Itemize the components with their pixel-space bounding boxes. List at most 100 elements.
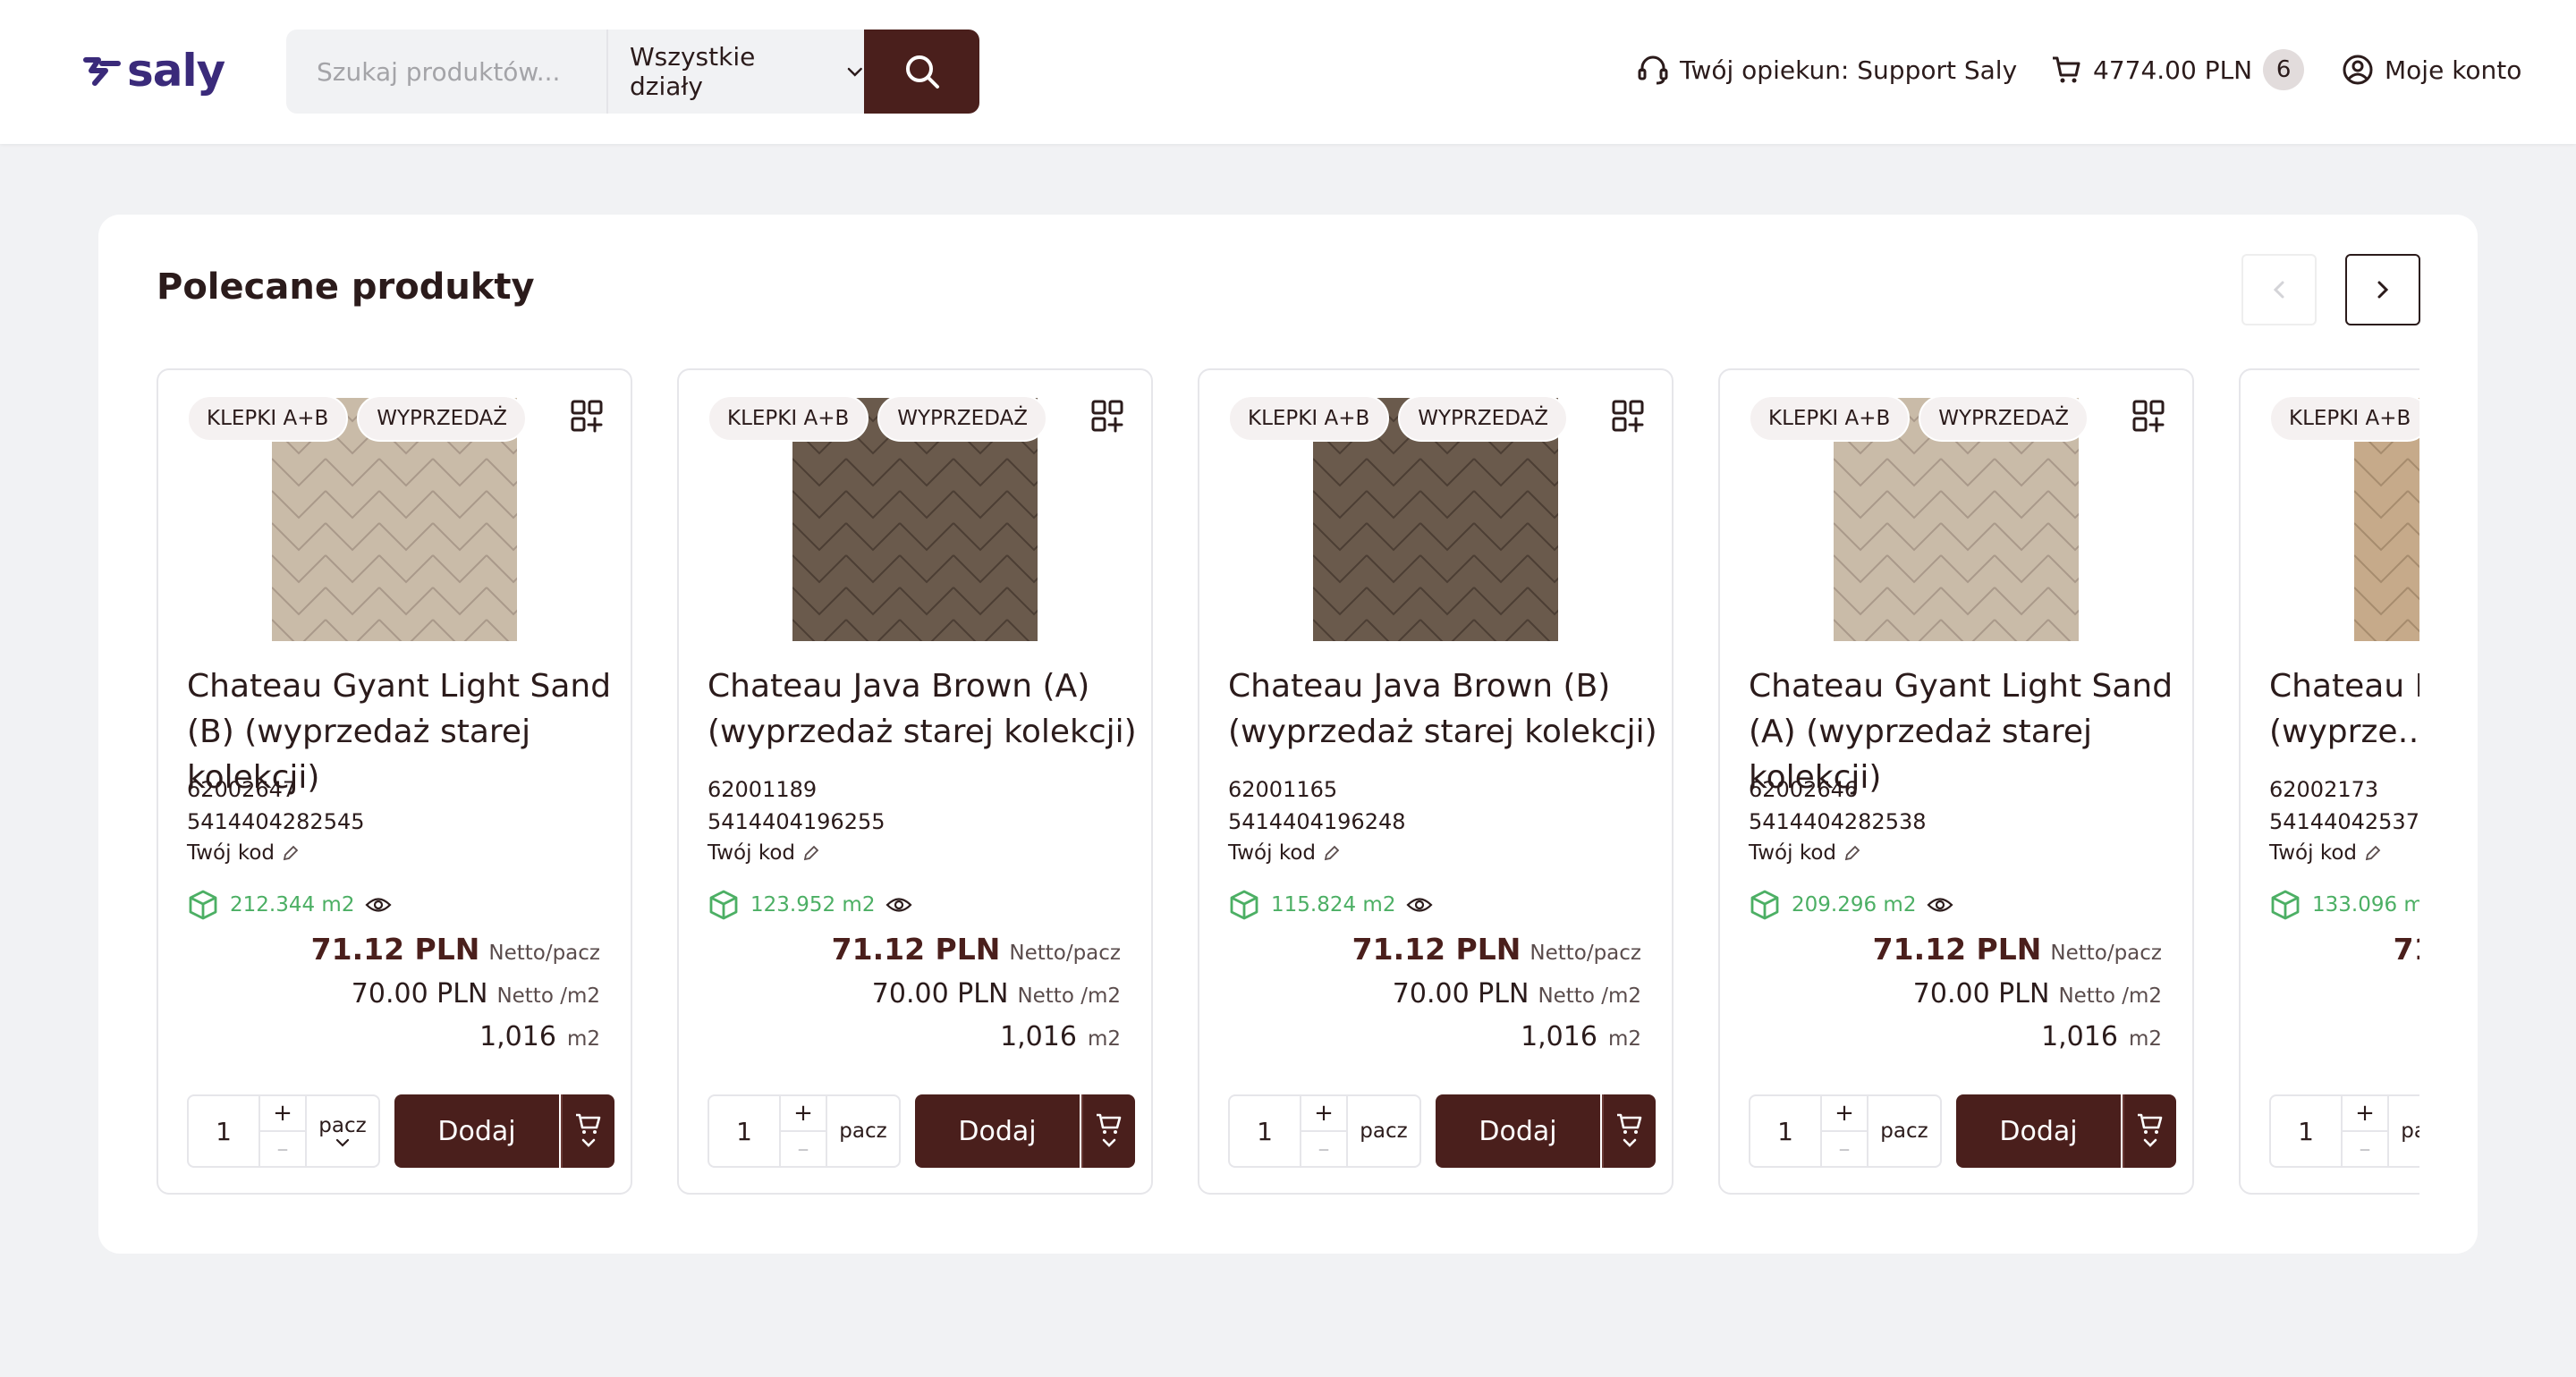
add-to-cart-button[interactable]: Dodaj <box>1436 1094 1600 1168</box>
product-card[interactable]: KLEPKI A+B WYPRZEDAŻ Chateau Gyant Light… <box>157 368 632 1195</box>
price-pack-value: 71.12 PLN <box>2393 932 2419 967</box>
add-to-cart-options-button[interactable] <box>1602 1094 1656 1168</box>
unit-select[interactable]: pacz <box>1348 1096 1419 1166</box>
price-pack-unit: Netto/pacz <box>2050 942 2162 965</box>
unit-select[interactable]: pacz <box>1868 1096 1940 1166</box>
product-ean: 5414404196255 <box>708 809 886 834</box>
custom-code[interactable]: Twój kod <box>708 841 820 865</box>
cart-add-icon <box>576 1113 601 1147</box>
add-to-cart-options-button[interactable] <box>561 1094 614 1168</box>
custom-code[interactable]: Twój kod <box>1228 841 1341 865</box>
product-card[interactable]: KLEPKI A+B WYPRZEDAŻ Chateau Gyant Light… <box>1718 368 2194 1195</box>
product-tags: KLEPKI A+B WYPRZEDAŻ <box>708 395 1047 442</box>
eye-icon[interactable] <box>1927 895 1954 915</box>
quantity-stepper: 1 + – pacz <box>2269 1094 2419 1168</box>
search-input[interactable] <box>286 30 606 114</box>
cart-summary[interactable]: 4774.00 PLN 6 <box>2050 43 2305 97</box>
unit-select[interactable]: pacz <box>307 1096 378 1166</box>
pencil-icon <box>1324 845 1340 861</box>
unit-label: pacz <box>2401 1119 2419 1143</box>
custom-code-label: Twój kod <box>187 841 275 865</box>
price-per-m2: 70.00 PLN Netto /m2 <box>872 978 1121 1010</box>
price-m2-value: 70.00 PLN <box>871 978 1009 1010</box>
product-card[interactable]: KLEPKI A+B WYPRZEDAŻ Chateau Java Brown … <box>1198 368 1674 1195</box>
custom-code-label: Twój kod <box>2269 841 2357 865</box>
area-unit: m2 <box>1087 1027 1121 1051</box>
price-per-pack: 71.12 PLN Netto/pacz <box>1873 932 2162 967</box>
area-unit: m2 <box>566 1027 600 1051</box>
carousel-prev-button[interactable] <box>2241 254 2317 325</box>
product-card[interactable]: KLEPKI A+B WYPRZEDAŻ Chateau Bl… (B) (wy… <box>2239 368 2419 1195</box>
price-per-pack: 71.12 PLN Netto/pacz <box>1352 932 1641 967</box>
custom-code[interactable]: Twój kod <box>1749 841 1861 865</box>
increment-button[interactable]: + <box>781 1096 826 1130</box>
compare-add-icon[interactable] <box>570 399 606 435</box>
quantity-stepper: 1 + – pacz <box>1749 1094 1942 1168</box>
logo-mark-icon <box>83 57 121 86</box>
department-select[interactable]: Wszystkie działy <box>606 30 864 114</box>
quantity-input[interactable]: 1 <box>1230 1096 1301 1166</box>
search-button[interactable] <box>864 30 979 114</box>
product-name[interactable]: Chateau Bl… (B) (wyprze… <box>2269 663 2419 755</box>
quantity-input[interactable]: 1 <box>2271 1096 2343 1166</box>
compare-add-icon[interactable] <box>1611 399 1647 435</box>
price-m2-unit: Netto /m2 <box>2058 984 2162 1008</box>
increment-button[interactable]: + <box>1822 1096 1867 1130</box>
custom-code[interactable]: Twój kod <box>187 841 300 865</box>
quantity-input[interactable]: 1 <box>1750 1096 1822 1166</box>
eye-icon[interactable] <box>886 895 913 915</box>
user-icon <box>2343 55 2373 85</box>
eye-icon[interactable] <box>1406 895 1434 915</box>
quantity-input[interactable]: 1 <box>709 1096 781 1166</box>
quantity-step-buttons: + – <box>1301 1096 1348 1166</box>
product-card[interactable]: KLEPKI A+B WYPRZEDAŻ Chateau Java Brown … <box>677 368 1153 1195</box>
pack-area: 1,016 m2 <box>479 1021 600 1052</box>
decrement-button[interactable]: – <box>2343 1130 2387 1166</box>
cart-add-icon <box>1097 1113 1122 1147</box>
support-label: Twój opiekun: Support Saly <box>1680 55 2018 85</box>
account-link[interactable]: Moje konto <box>2342 43 2521 97</box>
price-pack-unit: Netto/pacz <box>1530 942 1641 965</box>
add-to-cart-options-button[interactable] <box>2123 1094 2176 1168</box>
cart-add-icon <box>2138 1113 2163 1147</box>
stock-value: 115.824 m2 <box>1271 893 1396 917</box>
product-ean: 5414404282538 <box>1749 809 1927 834</box>
support-contact[interactable]: Twój opiekun: Support Saly <box>1637 43 2017 97</box>
product-tags: KLEPKI A+B WYPRZEDAŻ <box>1228 395 1568 442</box>
price-m2-unit: Netto /m2 <box>1017 984 1121 1008</box>
stock-availability: 209.296 m2 <box>1749 889 1954 921</box>
increment-button[interactable]: + <box>260 1096 305 1130</box>
pack-area: 1,016 m2 <box>1000 1021 1121 1052</box>
decrement-button[interactable]: – <box>1822 1130 1867 1166</box>
increment-button[interactable]: + <box>2343 1096 2387 1130</box>
stock-value: 133.096 m2 <box>2312 893 2419 917</box>
price-m2-value: 70.00 PLN <box>351 978 488 1010</box>
price-pack-value: 71.12 PLN <box>831 932 1001 967</box>
price-per-m2: 70.00 PLN Netto /m2 <box>352 978 600 1010</box>
add-to-cart-button[interactable]: Dodaj <box>394 1094 559 1168</box>
quantity-input[interactable]: 1 <box>189 1096 260 1166</box>
saly-logo[interactable]: saly <box>82 45 225 97</box>
compare-add-icon[interactable] <box>2131 399 2167 435</box>
eye-icon[interactable] <box>365 895 393 915</box>
panel-title: Polecane produkty <box>157 266 535 308</box>
product-name[interactable]: Chateau Java Brown (B) (wyprzedaż starej… <box>1228 663 1657 755</box>
product-name[interactable]: Chateau Java Brown (A) (wyprzedaż starej… <box>708 663 1137 755</box>
add-to-cart-options-button[interactable] <box>1081 1094 1135 1168</box>
stock-availability: 123.952 m2 <box>708 889 913 921</box>
carousel-next-button[interactable] <box>2345 254 2420 325</box>
decrement-button[interactable]: – <box>1301 1130 1346 1166</box>
stock-availability: 133.096 m2 <box>2269 889 2419 921</box>
package-icon <box>189 890 217 920</box>
compare-add-icon[interactable] <box>1090 399 1126 435</box>
decrement-button[interactable]: – <box>260 1130 305 1166</box>
unit-select[interactable]: pacz <box>827 1096 899 1166</box>
stock-value: 209.296 m2 <box>1792 893 1917 917</box>
price-m2-unit: Netto /m2 <box>496 984 600 1008</box>
custom-code[interactable]: Twój kod <box>2269 841 2382 865</box>
decrement-button[interactable]: – <box>781 1130 826 1166</box>
increment-button[interactable]: + <box>1301 1096 1346 1130</box>
unit-select[interactable]: pacz <box>2389 1096 2419 1166</box>
add-to-cart-button[interactable]: Dodaj <box>915 1094 1080 1168</box>
add-to-cart-button[interactable]: Dodaj <box>1956 1094 2121 1168</box>
